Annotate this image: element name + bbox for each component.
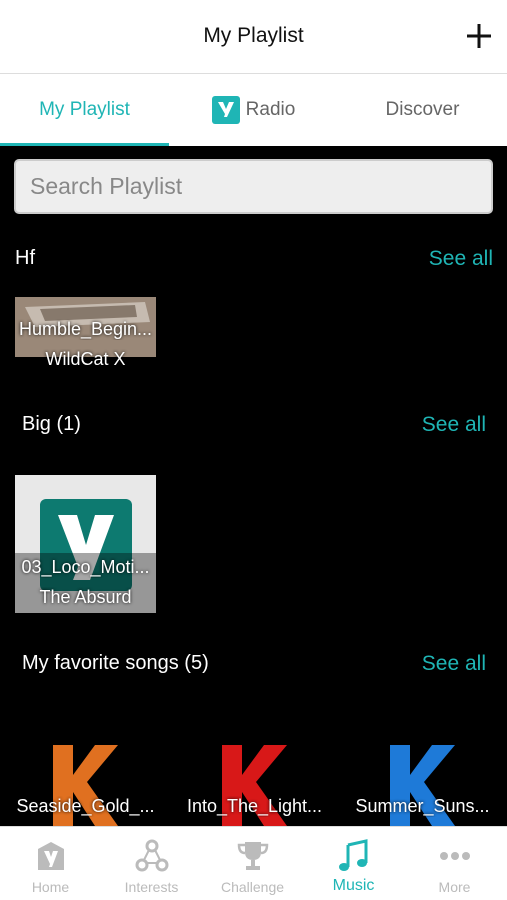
nav-interests[interactable]: Interests	[101, 827, 202, 900]
nav-home[interactable]: Home	[0, 827, 101, 900]
home-icon	[38, 842, 64, 870]
search-input[interactable]: Search Playlist	[14, 159, 493, 214]
artist-name: The Absurd	[39, 587, 132, 607]
tab-label: Radio	[245, 99, 296, 120]
tab-bar: My Playlist Radio Discover	[0, 74, 507, 146]
nav-music[interactable]: Music	[303, 827, 404, 900]
bottom-navigation: Home Interests Challenge Music More	[0, 826, 507, 900]
more-icon	[440, 852, 470, 860]
song-tile[interactable]: Into_The_Light...	[184, 740, 325, 826]
nav-label: Music	[332, 877, 375, 894]
see-all-link[interactable]: See all	[429, 247, 493, 271]
nav-label: More	[438, 879, 471, 895]
tab-label: My Playlist	[39, 99, 130, 120]
song-tile[interactable]: Seaside_Gold_...	[15, 740, 156, 826]
tab-discover[interactable]: Discover	[338, 74, 507, 146]
nav-label: Interests	[124, 879, 179, 895]
search-placeholder: Search Playlist	[30, 173, 183, 199]
playlist-tile[interactable]: 03_Loco_Moti... The Absurd	[15, 475, 156, 613]
see-all-link[interactable]: See all	[422, 413, 486, 437]
nav-label: Challenge	[220, 879, 285, 895]
section-title-hf: Hf	[15, 247, 35, 269]
song-title: Seaside_Gold_...	[16, 796, 155, 816]
trophy-icon	[237, 842, 269, 870]
active-tab-indicator	[0, 143, 169, 146]
add-icon[interactable]	[463, 20, 495, 52]
song-title: 03_Loco_Moti...	[21, 557, 150, 577]
song-tile[interactable]: Summer_Suns...	[352, 740, 493, 826]
see-all-link[interactable]: See all	[422, 652, 486, 676]
playlist-tile[interactable]: Humble_Begin...	[15, 297, 156, 357]
tab-my-playlist[interactable]: My Playlist	[0, 74, 169, 146]
app-header: My Playlist	[0, 0, 507, 74]
page-title: My Playlist	[203, 24, 304, 47]
song-title: Into_The_Light...	[186, 796, 323, 816]
section-title-big: Big (1)	[22, 413, 81, 435]
song-title: Summer_Suns...	[355, 796, 490, 816]
tab-radio[interactable]: Radio	[169, 74, 338, 146]
song-title: Humble_Begin...	[18, 319, 153, 339]
radio-logo-icon	[211, 96, 240, 124]
music-note-icon	[339, 839, 368, 871]
interests-icon	[135, 839, 169, 872]
nav-label: Home	[31, 879, 70, 895]
tab-label: Discover	[385, 99, 460, 120]
section-title-favorites: My favorite songs (5)	[22, 652, 209, 674]
nav-more[interactable]: More	[404, 827, 505, 900]
artist-name: WildCat X	[45, 349, 126, 369]
nav-challenge[interactable]: Challenge	[202, 827, 303, 900]
